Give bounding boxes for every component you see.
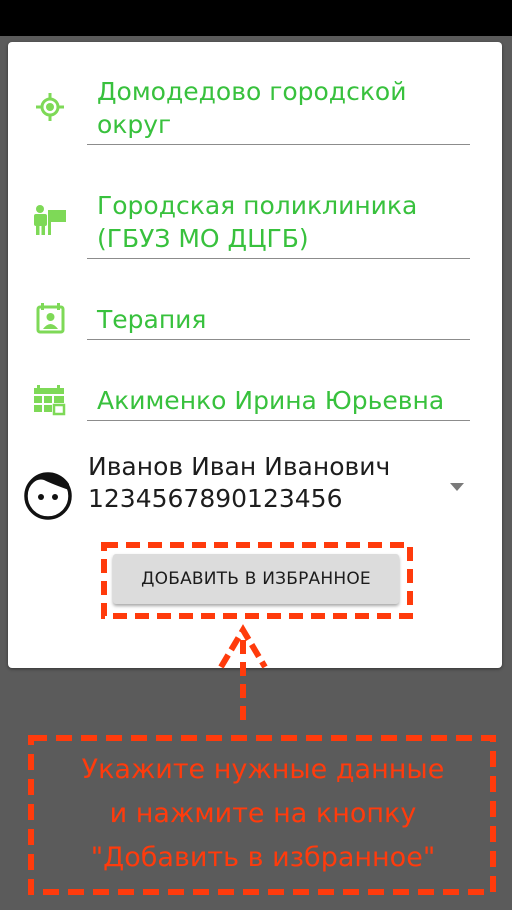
hint-line-1: Укажите нужные данные (81, 754, 445, 785)
calendar-person-icon (30, 298, 70, 338)
hint-text: Укажите нужные данные и нажмите на кнопк… (30, 748, 496, 880)
status-bar (0, 0, 512, 36)
patient-policy-number[interactable]: 1234567890123456 (88, 483, 343, 515)
add-to-favorites-button[interactable]: ДОБАВИТЬ В ИЗБРАННОЕ (113, 554, 399, 604)
favorite-form-card: Домодедово городской округ Городская пол… (8, 42, 502, 668)
location-target-icon (30, 87, 70, 127)
calendar-grid-icon (30, 378, 70, 418)
specialty-field[interactable]: Терапия (87, 303, 470, 340)
doctor-field[interactable]: Акименко Ирина Юрьевна (87, 384, 470, 421)
hint-line-3: "Добавить в избранное" (90, 842, 436, 873)
face-icon (22, 470, 74, 522)
hint-line-2: и нажмите на кнопку (109, 798, 417, 829)
triangle-down-icon[interactable] (450, 483, 464, 492)
clinic-field[interactable]: Городская поликлиника (ГБУЗ МО ДЦГБ) (87, 189, 470, 259)
hospital-person-icon (30, 200, 70, 240)
district-field[interactable]: Домодедово городской округ (87, 75, 470, 145)
patient-name[interactable]: Иванов Иван Иванович (88, 451, 390, 483)
